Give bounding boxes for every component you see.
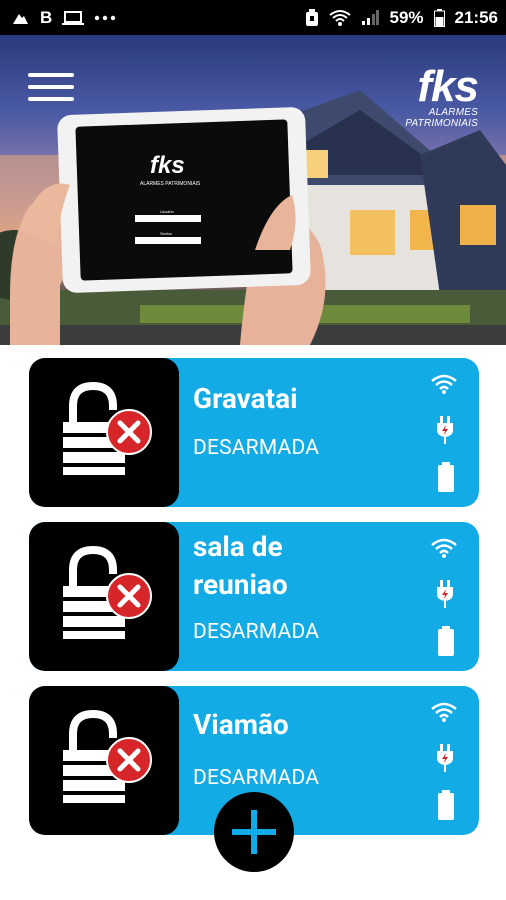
battery-percent: 59% [389,7,424,27]
tablet-field2-label: Senha [160,231,172,236]
alarm-card[interactable]: Gravatai DESARMADA [29,358,479,507]
zone-name: Gravatai [193,382,298,415]
power-plug-icon [435,744,455,776]
power-plug-icon [435,416,455,448]
zone-status: DESARMADA [193,436,320,460]
wifi-icon [329,9,352,27]
cloud-icon [10,10,30,26]
unlocked-padlock-icon [63,381,152,475]
zone-status: DESARMADA [193,620,320,644]
menu-button[interactable] [28,73,74,101]
unlocked-padlock-icon [63,709,152,803]
power-plug-icon [435,580,455,612]
more-dots-icon [94,15,116,21]
wifi-icon [431,702,457,726]
plus-icon [232,810,276,854]
lock-tile [29,686,179,835]
signal-icon [361,9,380,26]
zone-name: Viamão [193,708,289,741]
lock-tile [29,358,179,507]
tablet-brand-sub: ALARMES PATRIMONIAIS [140,181,201,187]
battery-icon [438,462,454,496]
header-banner: fks ALARMES PATRIMONIAIS Usuário Senha f… [0,35,506,345]
status-label: B [40,7,53,27]
clock: 21:56 [454,7,498,27]
laptop-icon [62,10,85,26]
battery-icon [438,626,454,660]
add-zone-button[interactable] [214,792,294,872]
unlocked-padlock-icon [63,545,152,639]
alarm-icon [305,8,319,27]
brand-logo: fks ALARMES PATRIMONIAIS [358,62,479,130]
tablet-brand: fks [150,152,185,179]
lock-tile [29,522,179,671]
wifi-icon [431,374,457,398]
tablet-field1-label: Usuário [160,209,175,214]
zone-status: DESARMADA [193,766,320,790]
status-bar: B 59% 21:56 [0,0,506,35]
wifi-icon [431,538,457,562]
battery-icon [433,8,445,27]
brand-name: fks [417,62,479,111]
battery-icon [438,790,454,824]
alarm-card[interactable]: sala de reuniao DESARMADA [29,522,479,671]
zone-name: sala de reuniao [193,530,288,601]
